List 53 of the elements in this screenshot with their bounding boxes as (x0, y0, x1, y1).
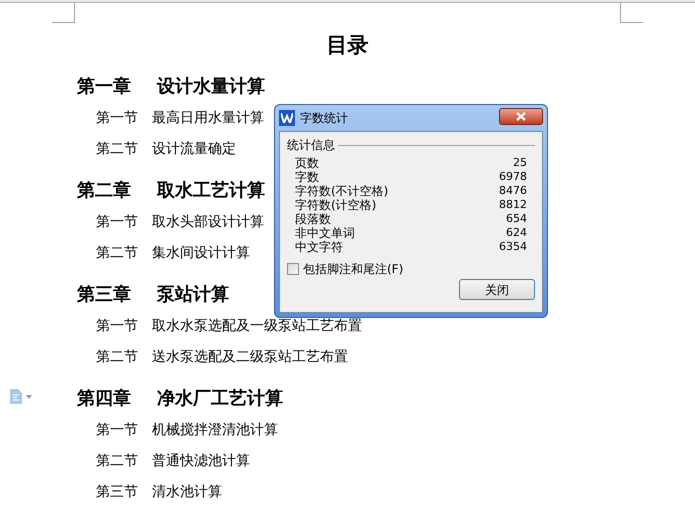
stat-value: 8476 (499, 182, 527, 199)
stat-label: 字符数(计空格) (295, 197, 376, 213)
chapter-number: 第一章 (77, 75, 132, 99)
chapter-title: 净水厂工艺计算 (157, 387, 283, 411)
group-label: 统计信息 (287, 137, 335, 154)
section-title: 取水头部设计计算 (152, 213, 264, 232)
stat-label: 字符数(不计空格) (295, 183, 388, 198)
stat-value: 8812 (499, 196, 527, 213)
section-number: 第一节 (96, 213, 139, 232)
section-title: 取水水泵选配及一级泵站工艺布置 (152, 317, 362, 336)
section-title: 送水泵选配及二级泵站工艺布置 (152, 348, 348, 367)
section-title: 集水间设计计算 (152, 244, 250, 263)
stat-label: 字数 (295, 169, 319, 184)
stat-value: 25 (513, 154, 527, 171)
chapter-number: 第四章 (77, 387, 132, 411)
app-logo-icon (279, 110, 295, 126)
stat-value: 6978 (499, 168, 527, 185)
dialog-title: 字数统计 (300, 110, 348, 127)
section-title: 清水池计算 (152, 483, 222, 502)
close-dialog-button[interactable]: 关闭 (459, 279, 535, 300)
stat-label: 非中文单词 (295, 225, 355, 240)
stat-value: 624 (506, 224, 527, 241)
section-number: 第一节 (96, 421, 139, 440)
section-title: 设计流量确定 (152, 140, 236, 159)
close-button[interactable] (499, 108, 543, 124)
toc-title: 目录 (326, 32, 368, 59)
stat-label: 页数 (295, 155, 319, 170)
margin-corner-icon (52, 3, 75, 23)
chapter-number: 第三章 (77, 283, 132, 307)
chapter-number: 第二章 (77, 179, 132, 203)
checkbox-label: 包括脚注和尾注(F) (303, 261, 404, 278)
stat-label: 中文字符 (295, 239, 343, 256)
section-title: 最高日用水量计算 (152, 109, 264, 128)
stat-label: 段落数 (295, 211, 331, 227)
stat-value: 6354 (499, 238, 527, 255)
dropdown-caret-icon[interactable] (26, 394, 32, 398)
checkbox[interactable] (287, 263, 299, 275)
section-title: 机械搅拌澄清池计算 (152, 421, 278, 440)
section-number: 第二节 (96, 244, 139, 263)
section-number: 第一节 (96, 109, 139, 128)
chapter-title: 设计水量计算 (157, 75, 265, 99)
margin-corner-icon (620, 3, 643, 23)
stat-value: 654 (506, 210, 527, 227)
section-number: 第一节 (96, 317, 139, 336)
section-number: 第二节 (96, 140, 139, 159)
document-icon[interactable] (10, 389, 22, 404)
chapter-title: 取水工艺计算 (157, 179, 265, 203)
section-number: 第二节 (96, 452, 139, 471)
section-number: 第二节 (96, 348, 139, 367)
section-number: 第三节 (96, 483, 139, 502)
chapter-title: 泵站计算 (157, 283, 229, 307)
close-icon (516, 112, 526, 120)
section-title: 普通快滤池计算 (152, 452, 250, 471)
